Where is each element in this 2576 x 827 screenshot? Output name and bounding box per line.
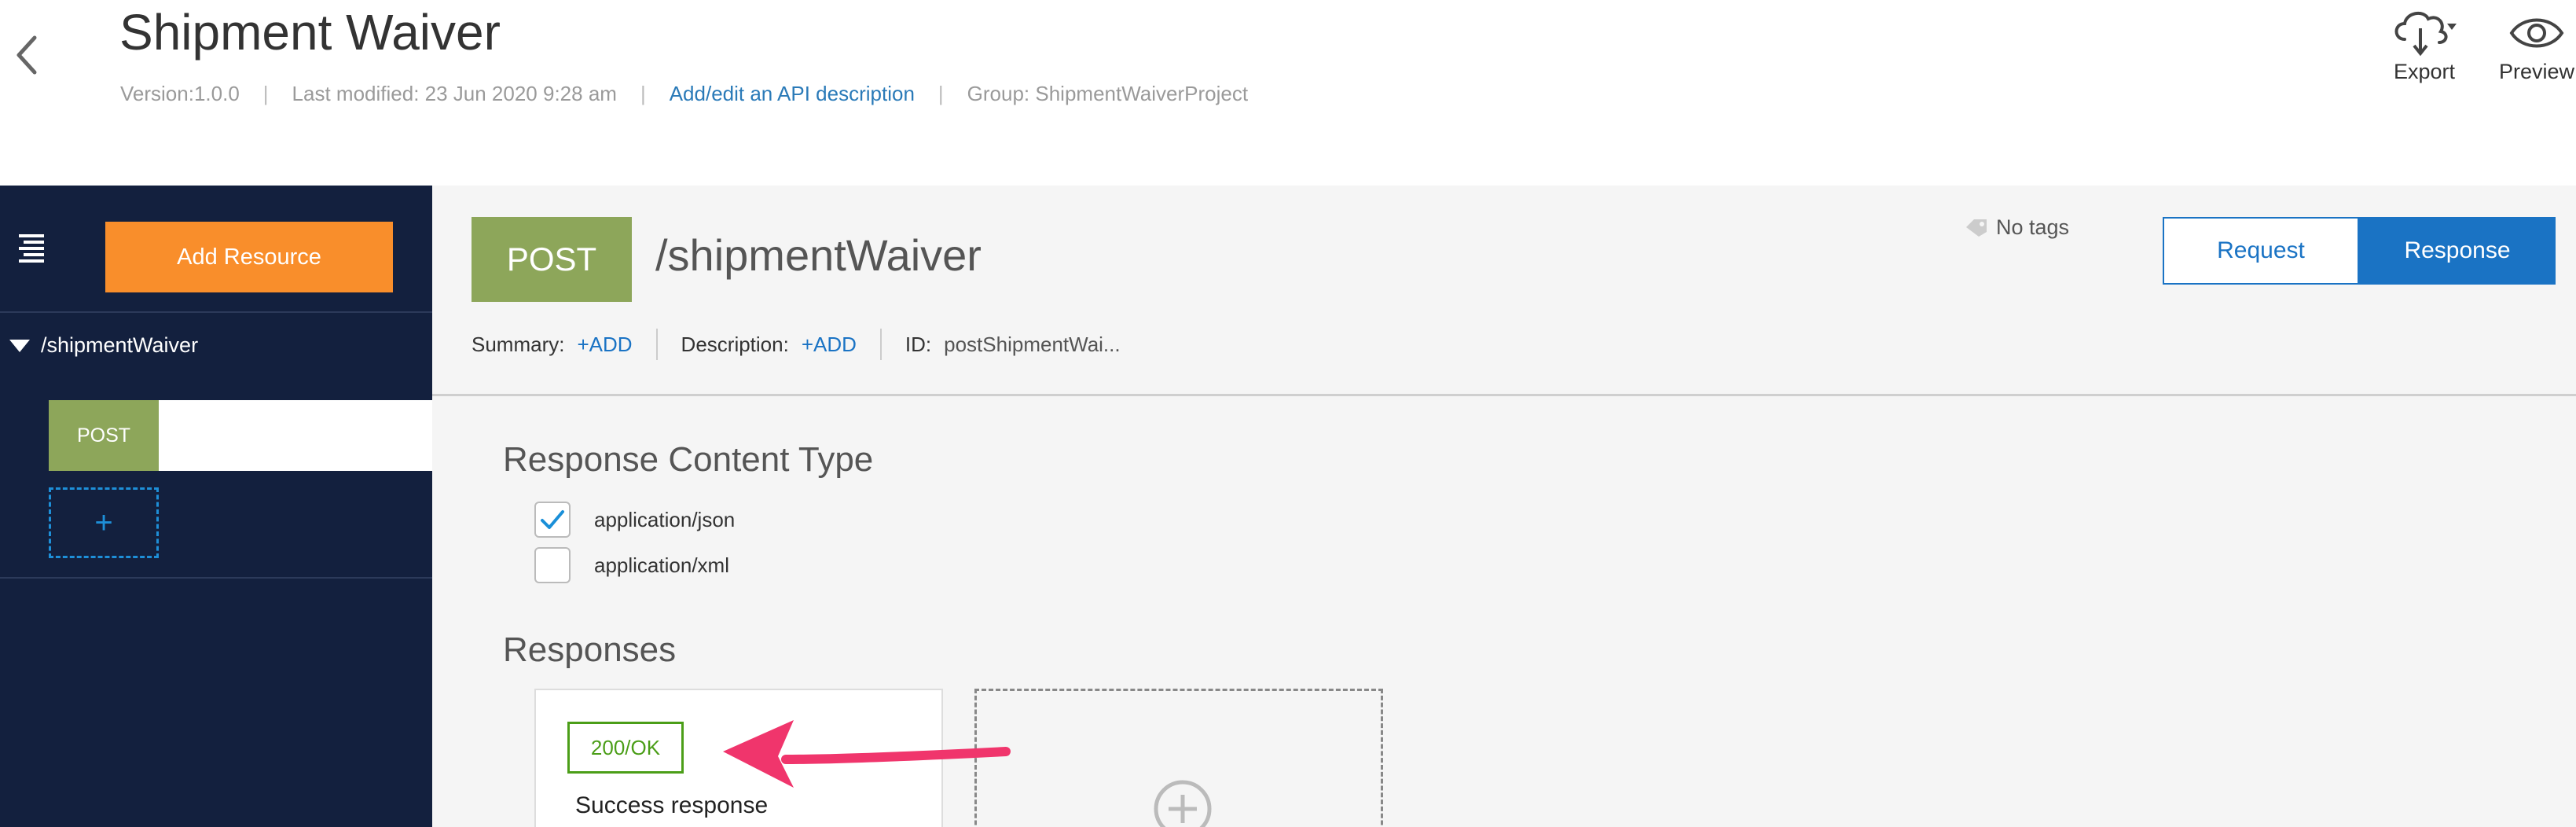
resource-item[interactable]: /shipmentWaiver bbox=[9, 333, 198, 358]
main-panel: POST /shipmentWaiver No tags Request Res… bbox=[432, 186, 2576, 827]
api-meta: Version:1.0.0 | Last modified: 23 Jun 20… bbox=[120, 82, 1248, 106]
page-title: Shipment Waiver bbox=[119, 4, 501, 61]
tag-icon bbox=[1966, 219, 1987, 237]
last-modified-text: Last modified: 23 Jun 2020 9:28 am bbox=[292, 82, 617, 105]
add-response-button[interactable] bbox=[974, 689, 1383, 827]
response-description: Success response bbox=[575, 792, 769, 818]
add-description-link[interactable]: +ADD bbox=[802, 333, 857, 357]
plus-circle-icon bbox=[1154, 780, 1212, 827]
content-type-option[interactable]: application/json bbox=[534, 502, 735, 538]
id-label: ID: bbox=[905, 332, 932, 356]
checkmark-icon bbox=[541, 510, 564, 529]
sidebar-divider bbox=[0, 311, 432, 313]
description-label: Description: bbox=[681, 332, 789, 356]
meta-divider bbox=[879, 329, 882, 360]
meta-separator: | bbox=[640, 82, 646, 105]
back-button[interactable] bbox=[11, 31, 42, 79]
response-content-type-title: Response Content Type bbox=[503, 440, 874, 479]
operation-path: /shipmentWaiver bbox=[655, 230, 982, 280]
meta-separator: | bbox=[262, 82, 269, 105]
summary-label: Summary: bbox=[472, 332, 565, 356]
meta-divider bbox=[655, 329, 658, 360]
preview-label: Preview bbox=[2499, 60, 2575, 83]
content-type-option[interactable]: application/xml bbox=[534, 547, 729, 583]
caret-down-icon bbox=[9, 339, 30, 352]
cloud-download-icon bbox=[2394, 11, 2457, 57]
responses-title: Responses bbox=[503, 630, 677, 669]
content-type-label: application/xml bbox=[594, 553, 729, 577]
response-card[interactable]: 200/OK Success response bbox=[534, 689, 943, 827]
group-text: Group: ShipmentWaiverProject bbox=[967, 82, 1249, 105]
checkbox-checked[interactable] bbox=[534, 502, 571, 538]
edit-description-link[interactable]: Add/edit an API description bbox=[670, 82, 915, 106]
tab-request[interactable]: Request bbox=[2163, 217, 2359, 285]
tags-control[interactable]: No tags bbox=[1965, 215, 2069, 240]
operation-method-badge: POST bbox=[472, 217, 632, 302]
chevron-left-icon bbox=[17, 35, 37, 75]
content-type-label: application/json bbox=[594, 507, 736, 531]
version-text: Version:1.0.0 bbox=[120, 82, 240, 105]
status-code-badge[interactable]: 200/OK bbox=[567, 722, 684, 774]
page-header: Shipment Waiver Version:1.0.0 | Last mod… bbox=[0, 0, 2576, 186]
checkbox-unchecked[interactable] bbox=[534, 547, 571, 583]
operation-meta: Summary: +ADD Description: +ADD ID: post… bbox=[472, 329, 1121, 360]
request-response-toggle: Request Response bbox=[2163, 217, 2556, 285]
add-method-button[interactable]: + bbox=[49, 487, 159, 558]
method-item-post[interactable]: POST bbox=[49, 400, 432, 471]
method-tag: POST bbox=[49, 400, 159, 471]
resource-sidebar: Add Resource /shipmentWaiver POST + bbox=[0, 186, 432, 827]
operation-header: POST /shipmentWaiver No tags Request Res… bbox=[432, 186, 2576, 396]
add-summary-link[interactable]: +ADD bbox=[577, 333, 632, 357]
no-tags-label: No tags bbox=[1996, 215, 2070, 239]
sidebar-divider bbox=[0, 577, 432, 579]
meta-separator: | bbox=[938, 82, 944, 105]
resource-path-label: /shipmentWaiver bbox=[41, 333, 199, 357]
list-icon bbox=[19, 234, 44, 263]
tab-response[interactable]: Response bbox=[2359, 217, 2556, 285]
menu-toggle[interactable] bbox=[16, 233, 47, 264]
preview-button[interactable]: Preview bbox=[2499, 5, 2574, 84]
eye-icon bbox=[2509, 18, 2564, 48]
export-label: Export bbox=[2393, 60, 2456, 83]
export-button[interactable]: Export bbox=[2389, 5, 2460, 84]
operation-id-value[interactable]: postShipmentWai... bbox=[944, 333, 1120, 357]
add-resource-button[interactable]: Add Resource bbox=[105, 222, 393, 292]
